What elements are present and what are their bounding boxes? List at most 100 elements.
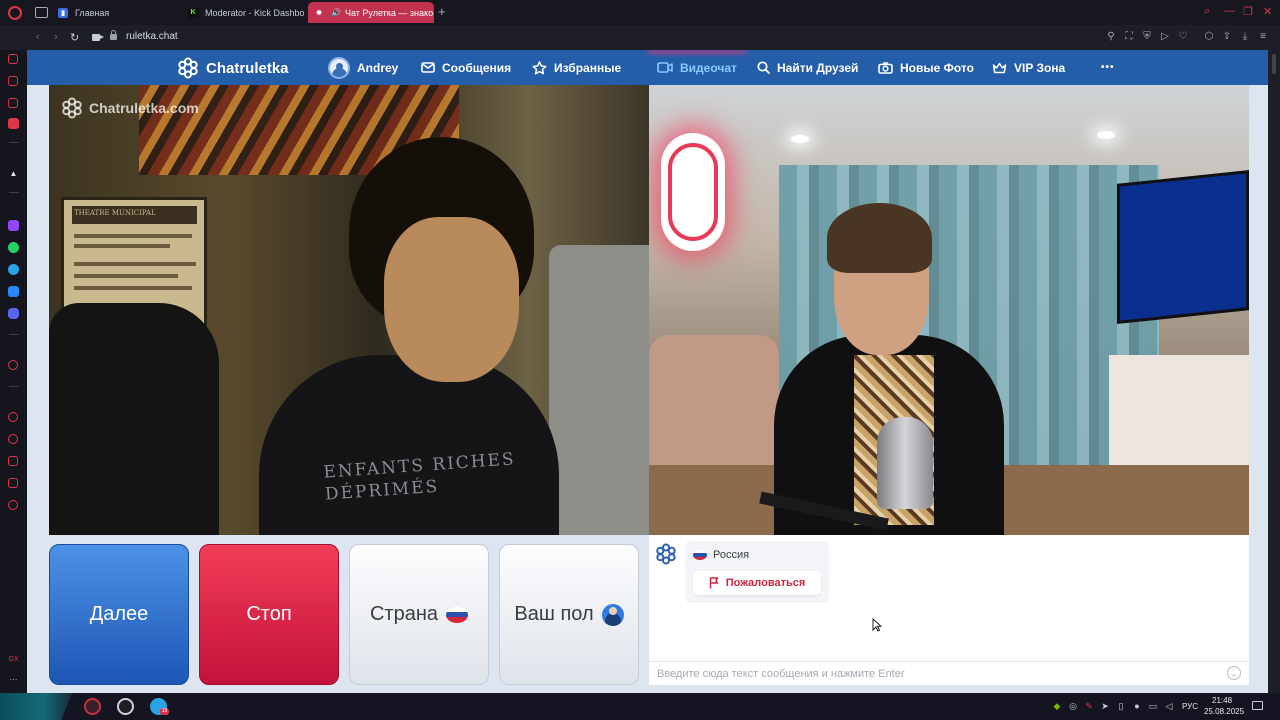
- person-hair: [827, 203, 932, 273]
- microphone-tray-icon[interactable]: ●: [1132, 701, 1142, 711]
- stop-button[interactable]: Стоп: [199, 544, 339, 685]
- site-navigation: Chatruletka Andrey Сообщения Избранные В…: [27, 50, 1268, 85]
- new-tab-button[interactable]: +: [438, 5, 446, 18]
- clock-time[interactable]: 21:48: [1212, 696, 1232, 705]
- pin-icon[interactable]: ⚲: [1106, 32, 1116, 42]
- heart-icon[interactable]: ♡: [1178, 32, 1188, 42]
- watermark-text: Chatruletka.com: [89, 100, 199, 116]
- player-icon[interactable]: [8, 98, 18, 108]
- opera-menu-icon[interactable]: [8, 6, 22, 20]
- camera-icon: [878, 61, 893, 74]
- keyboard-language[interactable]: РУС: [1182, 702, 1198, 711]
- ceiling-light: [1097, 131, 1115, 139]
- steam-tray-icon[interactable]: ◎: [1068, 701, 1078, 711]
- forward-icon[interactable]: ›: [54, 31, 58, 43]
- tab-kick-dashboard[interactable]: K Moderator - Kick Dashbo: [182, 2, 304, 23]
- country-button[interactable]: Страна: [349, 544, 489, 685]
- flower-logo-icon: [62, 97, 82, 119]
- kick-favicon-icon: K: [188, 7, 198, 18]
- opera-taskbar-icon[interactable]: [84, 698, 101, 715]
- clock-date[interactable]: 25.08.2025: [1204, 707, 1244, 716]
- nav-new-photos[interactable]: Новые Фото: [878, 50, 974, 85]
- usb-tray-icon[interactable]: ▯: [1116, 701, 1126, 711]
- gender-button[interactable]: Ваш пол: [499, 544, 639, 685]
- chatruletka-page: Chatruletka Andrey Сообщения Избранные В…: [27, 50, 1268, 693]
- heart-icon[interactable]: [8, 412, 18, 422]
- russia-flag-icon: [693, 550, 707, 560]
- browser-tab-strip: ▮ Главная K Moderator - Kick Dashbo ❋ 🔊 …: [0, 0, 1280, 25]
- gx-icon[interactable]: GX: [8, 654, 19, 665]
- nav-vip-label: VIP Зона: [1014, 60, 1066, 75]
- tab-home[interactable]: ▮ Главная: [52, 2, 177, 23]
- close-tab-icon[interactable]: ×: [433, 8, 434, 18]
- tray-app-icon[interactable]: ✎: [1084, 701, 1094, 711]
- person-body: [259, 355, 559, 535]
- search-tabs-icon[interactable]: ⌕: [1204, 5, 1210, 18]
- ai-icon[interactable]: [8, 54, 18, 64]
- vk-icon[interactable]: [8, 286, 19, 297]
- chat-message-input[interactable]: Введите сюда текст сообщения и нажмите E…: [649, 661, 1249, 685]
- partner-country: Россия: [693, 549, 749, 561]
- history-icon[interactable]: [8, 434, 18, 444]
- share-icon[interactable]: ⇪: [1222, 32, 1232, 42]
- aria-icon[interactable]: ▲: [8, 168, 19, 179]
- next-button-label: Далее: [89, 603, 149, 625]
- maximize-icon[interactable]: ❐: [1243, 5, 1253, 18]
- lock-icon[interactable]: [110, 30, 117, 40]
- shield-icon[interactable]: ⛨: [1142, 32, 1152, 42]
- nav-find-friends[interactable]: Найти Друзей: [757, 50, 858, 85]
- extensions-icon[interactable]: ⬡: [1204, 32, 1214, 42]
- speaker-icon[interactable]: 🔊: [331, 8, 341, 17]
- page-scrollbar[interactable]: [1268, 50, 1280, 693]
- menu-icon[interactable]: ≡: [1258, 32, 1268, 42]
- back-icon[interactable]: ‹: [36, 31, 40, 43]
- discord-icon[interactable]: [8, 308, 19, 319]
- nav-vip[interactable]: VIP Зона: [992, 50, 1065, 85]
- download-icon[interactable]: ⤓: [1240, 32, 1250, 42]
- scrollbar-thumb[interactable]: [1272, 54, 1276, 74]
- chat-logo-icon: [655, 543, 677, 570]
- nav-videochat-label: Видеочат: [680, 60, 737, 75]
- notifications-icon[interactable]: [1252, 701, 1263, 710]
- report-button[interactable]: Пожаловаться: [693, 571, 821, 595]
- monitor: [549, 245, 649, 535]
- close-window-icon[interactable]: ✕: [1263, 5, 1272, 18]
- site-logo[interactable]: Chatruletka: [177, 57, 289, 79]
- sidebar-more-icon[interactable]: ⋯: [8, 674, 19, 685]
- url-field[interactable]: ruletka.chat: [126, 31, 178, 42]
- tab-overview-icon[interactable]: [35, 7, 48, 18]
- add-icon[interactable]: [8, 360, 18, 370]
- emoji-icon[interactable]: [1227, 666, 1241, 680]
- tab-chatruletka[interactable]: ❋ 🔊 Чат Рулетка — знако ×: [308, 2, 434, 23]
- snapshot-icon[interactable]: ⛶: [1124, 32, 1134, 42]
- nav-videochat[interactable]: Видеочат: [657, 50, 737, 85]
- downloads-icon[interactable]: [8, 456, 18, 466]
- nav-favorites[interactable]: Избранные: [532, 50, 621, 85]
- telegram-tray-icon[interactable]: ➤: [1100, 701, 1110, 711]
- video-camera-icon: [657, 62, 673, 73]
- settings-icon[interactable]: [8, 500, 18, 510]
- volume-tray-icon[interactable]: ◁: [1164, 701, 1174, 711]
- nav-profile[interactable]: Andrey: [328, 50, 398, 85]
- network-tray-icon[interactable]: ▭: [1148, 701, 1158, 711]
- nav-more-button[interactable]: •••: [1101, 50, 1115, 85]
- reload-icon[interactable]: ↻: [70, 31, 79, 44]
- mail-icon[interactable]: [8, 118, 19, 129]
- minimize-icon[interactable]: —: [1224, 5, 1235, 17]
- chat-input-placeholder: Введите сюда текст сообщения и нажмите E…: [657, 667, 905, 680]
- avatar: [328, 56, 350, 79]
- play-icon[interactable]: ▷: [1160, 32, 1170, 42]
- nav-messages[interactable]: Сообщения: [421, 50, 511, 85]
- poster-title: THEATRE MUNICIPAL: [74, 209, 156, 217]
- bag-icon[interactable]: [8, 76, 18, 86]
- next-button[interactable]: Далее: [49, 544, 189, 685]
- whatsapp-icon[interactable]: [8, 242, 19, 253]
- twitch-icon[interactable]: [8, 220, 19, 231]
- camera-in-use-icon[interactable]: [92, 34, 104, 41]
- clock-app-taskbar-icon[interactable]: [117, 698, 134, 715]
- start-area[interactable]: [0, 693, 72, 720]
- extensions-sidebar-icon[interactable]: [8, 478, 18, 488]
- telegram-icon[interactable]: [8, 264, 19, 275]
- sidebar-divider: [9, 142, 19, 143]
- nvidia-tray-icon[interactable]: ◆: [1052, 701, 1062, 711]
